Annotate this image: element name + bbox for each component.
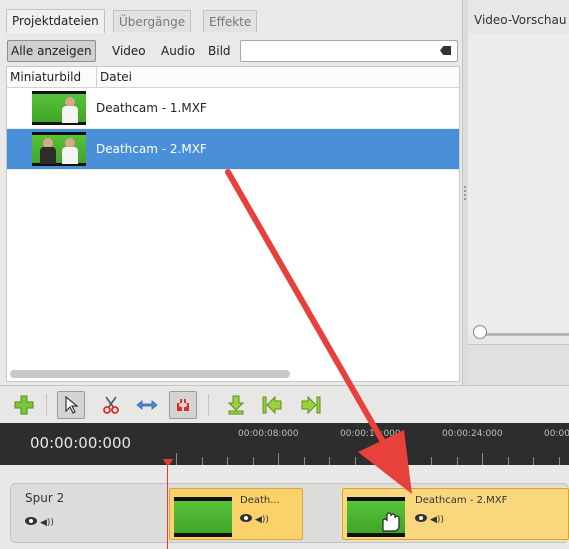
clip-visibility-icon[interactable]: [240, 514, 252, 522]
tick-label: 00:00:16:000: [340, 429, 401, 439]
search-input[interactable]: [240, 40, 458, 62]
ruler-tick: [431, 457, 432, 465]
ruler-tick: [457, 457, 458, 465]
tick-label: 00:00: [544, 429, 569, 439]
jump-to-start-button[interactable]: [258, 391, 286, 419]
clip-thumbnail: [174, 497, 232, 537]
timeline-track-area[interactable]: Spur 2 ◀)) Death... ◀)) Deathcam - 2.MXF…: [0, 465, 569, 549]
clip-title: Death...: [240, 495, 280, 506]
ruler-tick: [533, 457, 534, 465]
ruler-tick: [559, 457, 560, 465]
track-visibility-icon[interactable]: [25, 517, 37, 525]
resize-tool-button[interactable]: [133, 391, 161, 419]
ruler-tick: [304, 457, 305, 465]
filter-video-button[interactable]: Video: [108, 40, 150, 62]
tab-uebergaenge[interactable]: Übergänge: [113, 10, 192, 32]
tab-projektdateien[interactable]: Projektdateien: [6, 9, 105, 33]
snap-magnet-icon: [177, 399, 189, 411]
horizontal-scrollbar[interactable]: [10, 370, 290, 378]
tick-label: 00:00:24:000: [442, 429, 503, 439]
timeline-clip-dragging[interactable]: Deathcam - 2.MXF ◀)): [342, 488, 569, 540]
add-icon: [14, 395, 34, 415]
ruler-tick: [380, 453, 381, 465]
filter-audio-button[interactable]: Audio: [157, 40, 199, 62]
razor-tool-button[interactable]: [97, 391, 125, 419]
preview-title: Video-Vorschau: [474, 13, 567, 27]
column-thumbnail[interactable]: Miniaturbild: [10, 67, 81, 87]
project-tabs: Projektdateien Übergänge Effekte: [0, 0, 460, 34]
add-marker-button[interactable]: [222, 391, 250, 419]
track-name: Spur 2: [25, 491, 65, 505]
clip-audio-icon[interactable]: ◀)): [255, 515, 269, 525]
thumbnail-image: [32, 132, 86, 166]
ruler-tick: [406, 457, 407, 465]
ruler-tick: [329, 457, 330, 465]
pointer-tool-button[interactable]: [57, 391, 85, 419]
timeline-clip[interactable]: Death... ◀)): [169, 488, 303, 540]
project-file-list[interactable]: Miniaturbild Datei Deathcam - 1.MXF Deat…: [6, 66, 460, 382]
timecode-display: 00:00:00:000: [30, 434, 132, 452]
add-track-button[interactable]: [10, 391, 38, 419]
razor-icon: [103, 396, 119, 414]
clip-visibility-icon[interactable]: [415, 514, 427, 522]
track-audio-icon[interactable]: ◀)): [40, 518, 54, 528]
clip-title: Deathcam - 2.MXF: [415, 495, 508, 506]
preview-seek-slider[interactable]: [478, 333, 569, 336]
preview-canvas: [468, 34, 569, 334]
add-marker-icon: [227, 395, 245, 415]
ruler-tick: [355, 457, 356, 465]
resize-icon: [136, 400, 158, 410]
clear-search-icon[interactable]: [440, 46, 451, 55]
file-name: Deathcam - 2.MXF: [96, 142, 207, 156]
filter-show-all-button[interactable]: Alle anzeigen: [7, 40, 96, 62]
ruler-tick: [176, 453, 177, 465]
tab-effekte[interactable]: Effekte: [203, 10, 258, 32]
pointer-icon: [65, 395, 79, 414]
ruler-tick: [253, 457, 254, 465]
preview-controls: [468, 344, 569, 386]
file-list-header: Miniaturbild Datei: [7, 67, 459, 88]
filter-image-button[interactable]: Bild: [204, 40, 235, 62]
jump-start-icon: [262, 395, 282, 415]
preview-seek-handle[interactable]: [473, 325, 487, 339]
timeline-ruler[interactable]: 00:00:00:000 00:00:08:000 00:00:16:000 0…: [0, 423, 569, 467]
file-name: Deathcam - 1.MXF: [96, 101, 207, 115]
ruler-tick: [508, 457, 509, 465]
file-row[interactable]: Deathcam - 1.MXF: [7, 88, 459, 129]
tick-label: 00:00:08:000: [238, 429, 299, 439]
ruler-tick: [227, 457, 228, 465]
playhead-line[interactable]: [167, 465, 168, 549]
timeline-toolbar: [0, 385, 569, 423]
snap-toggle-button[interactable]: [169, 391, 197, 419]
jump-to-end-button[interactable]: [297, 391, 325, 419]
grab-hand-icon: [382, 512, 400, 532]
ruler-tick: [482, 453, 483, 465]
video-preview-panel: Video-Vorschau: [468, 0, 569, 386]
filter-bar: Alle anzeigen Video Audio Bild: [0, 34, 460, 64]
jump-end-icon: [301, 395, 321, 415]
ruler-tick: [202, 457, 203, 465]
file-row-selected[interactable]: Deathcam - 2.MXF: [7, 129, 459, 170]
ruler-tick: [278, 453, 279, 465]
thumbnail-image: [32, 91, 86, 125]
clip-audio-icon[interactable]: ◀)): [430, 515, 444, 525]
column-file[interactable]: Datei: [96, 67, 132, 87]
